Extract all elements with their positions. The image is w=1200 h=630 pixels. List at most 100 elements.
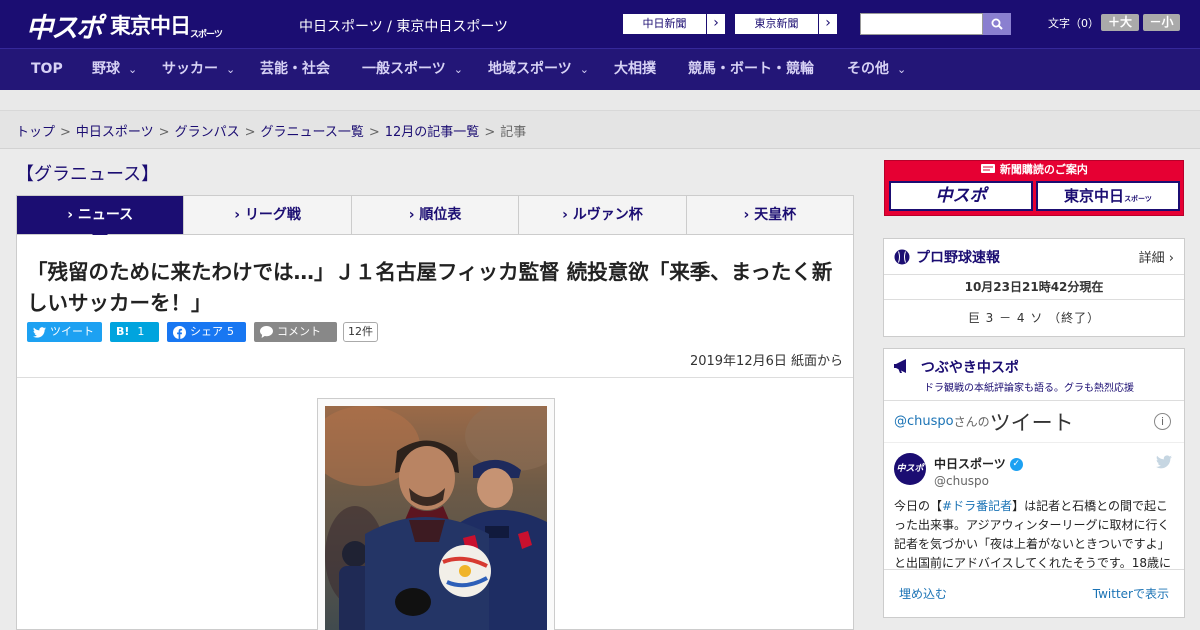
tweet-author: 中スポ 中日スポーツ ✓ @chuspo — [884, 443, 1184, 493]
chevron-right-icon: › — [825, 15, 831, 31]
comment-bubble-icon — [260, 326, 273, 338]
breadcrumb-separator: > — [244, 125, 256, 140]
section-title: 【グラニュース】 — [16, 164, 160, 185]
nav-item-racing[interactable]: 競馬・ボート・競輪 — [688, 49, 814, 90]
nav-label: 大相撲 — [614, 61, 656, 77]
verified-badge-icon: ✓ — [1009, 458, 1023, 471]
chevron-right-icon: › — [67, 207, 73, 223]
twitter-handle-link[interactable]: @chuspo — [894, 414, 954, 429]
article-photo-frame: トヨタ — [317, 398, 555, 630]
tsubuyaki-title-row: つぶやき中スポ — [894, 357, 1174, 377]
nav-item-soccer[interactable]: サッカー ⌄ — [162, 49, 235, 90]
nav-item-other[interactable]: その他 ⌄ — [847, 49, 906, 90]
breadcrumb-separator: > — [158, 125, 170, 140]
twitter-feed-header: @chuspo さんの ツイート i — [884, 401, 1184, 443]
nav-label: 一般スポーツ — [362, 61, 446, 77]
tab-league[interactable]: › リーグ戦 — [184, 196, 352, 234]
breadcrumb-link[interactable]: グラニュース一覧 — [261, 125, 364, 140]
megaphone-icon — [894, 359, 906, 373]
chuspo-logo[interactable]: 中スポ — [26, 6, 103, 45]
nav-item-top[interactable]: TOP — [31, 49, 63, 90]
score-timestamp: 10月23日21時42分現在 — [884, 275, 1184, 300]
divider — [17, 377, 853, 378]
chevron-right-icon: › — [408, 207, 415, 223]
tab-levain-cup[interactable]: › ルヴァン杯 — [519, 196, 687, 234]
chunichi-shimbun-link[interactable]: 中日新聞 › — [622, 13, 726, 35]
tokyo-logo-text: 東京中日 — [110, 14, 191, 38]
subscription-banner[interactable]: 新聞購読のご案内 中スポ 東京中日スポーツ — [884, 160, 1184, 216]
comment-label: コメント — [277, 325, 321, 338]
chunichi-shimbun-label: 中日新聞 — [623, 14, 707, 34]
nav-item-local-sports[interactable]: 地域スポーツ ⌄ — [488, 49, 589, 90]
tab-standings[interactable]: › 順位表 — [352, 196, 520, 234]
chevron-down-icon: ⌄ — [226, 63, 236, 76]
tokyo-chunichi-logo[interactable]: 東京中日スポーツ — [110, 10, 223, 40]
nav-label: 野球 — [92, 61, 120, 77]
score-line[interactable]: 巨 3 － 4 ソ （終了） — [884, 300, 1184, 336]
nav-item-baseball[interactable]: 野球 ⌄ — [92, 49, 137, 90]
chuspo-subscribe-logo[interactable]: 中スポ — [889, 181, 1033, 211]
avatar[interactable]: 中スポ — [894, 453, 926, 485]
tokyo-shimbun-link[interactable]: 東京新聞 › — [734, 13, 838, 35]
main-nav: TOP 野球 ⌄ サッカー ⌄ 芸能・社会 一般スポーツ ⌄ 地域スポーツ ⌄ 大相撲 … — [0, 48, 1200, 90]
view-on-twitter-link[interactable]: Twitterで表示 — [1093, 585, 1169, 602]
breadcrumb-link[interactable]: トップ — [16, 125, 55, 140]
hatena-icon: B! — [116, 325, 130, 338]
chevron-right-icon: › — [234, 207, 241, 223]
tweet-body: 今日の【#ドラ番記者】は記者と石橋との間で起こった出来事。アジアウィンターリーグ… — [884, 493, 1184, 569]
twitter-bird-icon[interactable] — [1156, 455, 1172, 469]
nav-item-general-sports[interactable]: 一般スポーツ ⌄ — [362, 49, 463, 90]
tokyo-chunichi-subscribe-logo[interactable]: 東京中日スポーツ — [1036, 181, 1180, 211]
tab-label: ニュース — [77, 207, 134, 223]
facebook-share-button[interactable]: シェア 5 — [167, 322, 246, 342]
twitter-card: つぶやき中スポ ドラ観戦の本紙評論家も語る。グラも熱烈応援 @chuspo さん… — [883, 348, 1185, 618]
tweet-text-pre: 今日の【 — [894, 499, 943, 513]
search-input[interactable] — [860, 13, 983, 35]
breadcrumb-separator: > — [484, 125, 496, 140]
tsubuyaki-subtitle: ドラ観戦の本紙評論家も語る。グラも熱烈応援 — [924, 383, 1134, 394]
breadcrumb-link[interactable]: 中日スポーツ — [76, 125, 154, 140]
twitter-card-footer: 埋め込む Twitterで表示 — [884, 569, 1184, 617]
nav-label: 地域スポーツ — [488, 61, 572, 77]
comment-count[interactable]: 12件 — [343, 322, 378, 342]
baseball-scores-title: プロ野球速報 — [916, 249, 1000, 266]
site-title[interactable]: 中日スポーツ / 東京中日スポーツ — [299, 16, 508, 36]
nav-label: TOP — [31, 61, 63, 77]
tokyo-logo-small: スポーツ — [190, 30, 223, 40]
breadcrumb-link[interactable]: グランパス — [175, 125, 240, 140]
tab-label: ルヴァン杯 — [572, 207, 643, 223]
tokyo-shimbun-label: 東京新聞 — [735, 14, 819, 34]
font-bigger-button[interactable]: ＋大 — [1101, 14, 1139, 31]
tab-news[interactable]: › ニュース — [17, 196, 185, 242]
article: 「残留のために来たわけでは…」Ｊ１名古屋フィッカ監督 続投意欲「来季、まったく新… — [16, 235, 854, 630]
tokyo-subscribe-small: スポーツ — [1124, 195, 1152, 203]
article-photo[interactable]: トヨタ — [325, 406, 547, 630]
tweet-button[interactable]: ツイート — [27, 322, 102, 342]
font-smaller-button[interactable]: －小 — [1143, 14, 1180, 31]
tsubuyaki-title: つぶやき中スポ — [920, 360, 1019, 376]
chevron-down-icon: ⌄ — [897, 63, 907, 76]
comment-button[interactable]: コメント — [254, 322, 337, 342]
hatena-bookmark-button[interactable]: B! 1 — [110, 322, 159, 342]
tweet-author-handle[interactable]: @chuspo — [934, 474, 989, 488]
tweet-hashtag[interactable]: #ドラ番記者 — [942, 499, 1012, 513]
facebook-share-label: シェア — [190, 325, 223, 338]
search-icon — [991, 18, 1003, 30]
nav-item-sumo[interactable]: 大相撲 — [614, 49, 656, 90]
tsubuyaki-head: つぶやき中スポ ドラ観戦の本紙評論家も語る。グラも熱烈応援 — [884, 349, 1184, 401]
embed-link[interactable]: 埋め込む — [899, 585, 947, 602]
nav-label: 競馬・ボート・競輪 — [688, 61, 814, 77]
facebook-icon — [173, 325, 186, 339]
share-buttons: ツイート B! 1 シェア 5 コメント 12件 — [27, 322, 378, 342]
chevron-right-icon: › — [743, 207, 750, 223]
tweet-author-name-row[interactable]: 中日スポーツ ✓ — [934, 455, 1023, 472]
nav-item-entertainment[interactable]: 芸能・社会 — [260, 49, 330, 90]
breadcrumb-link[interactable]: 12月の記事一覧 — [385, 125, 480, 140]
tweet-author-name: 中日スポーツ — [934, 457, 1006, 471]
tab-emperors-cup[interactable]: › 天皇杯 — [687, 196, 853, 234]
info-icon[interactable]: i — [1154, 413, 1171, 430]
baseball-detail-link[interactable]: 詳細 › — [1139, 247, 1174, 266]
search-button[interactable] — [983, 13, 1011, 35]
nav-label: 芸能・社会 — [260, 61, 330, 77]
chevron-down-icon: ⌄ — [579, 63, 589, 76]
